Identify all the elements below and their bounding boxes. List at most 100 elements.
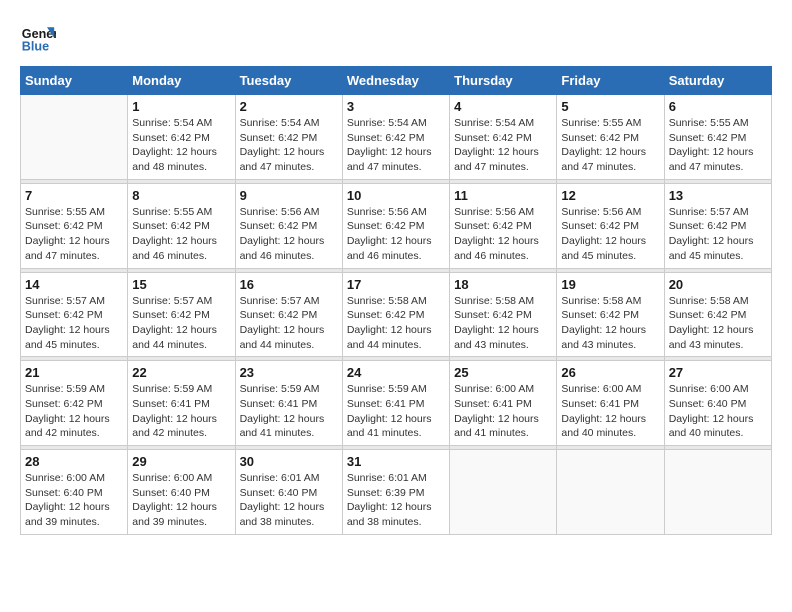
weekday-header-thursday: Thursday <box>450 67 557 95</box>
weekday-header-row: SundayMondayTuesdayWednesdayThursdayFrid… <box>21 67 772 95</box>
day-info: Sunrise: 5:56 AMSunset: 6:42 PMDaylight:… <box>240 205 338 264</box>
day-number: 9 <box>240 188 338 203</box>
calendar-cell: 8 Sunrise: 5:55 AMSunset: 6:42 PMDaylight… <box>128 183 235 268</box>
weekday-header-monday: Monday <box>128 67 235 95</box>
day-number: 31 <box>347 454 445 469</box>
calendar-cell: 20 Sunrise: 5:58 AMSunset: 6:42 PMDayligh… <box>664 272 771 357</box>
day-info: Sunrise: 5:58 AMSunset: 6:42 PMDaylight:… <box>454 294 552 353</box>
calendar-cell <box>450 450 557 535</box>
day-number: 1 <box>132 99 230 114</box>
day-info: Sunrise: 6:00 AMSunset: 6:40 PMDaylight:… <box>132 471 230 530</box>
calendar-cell <box>664 450 771 535</box>
day-number: 25 <box>454 365 552 380</box>
calendar-week-row: 14 Sunrise: 5:57 AMSunset: 6:42 PMDayligh… <box>21 272 772 357</box>
day-info: Sunrise: 5:59 AMSunset: 6:41 PMDaylight:… <box>347 382 445 441</box>
day-info: Sunrise: 5:56 AMSunset: 6:42 PMDaylight:… <box>561 205 659 264</box>
day-info: Sunrise: 6:01 AMSunset: 6:40 PMDaylight:… <box>240 471 338 530</box>
day-number: 19 <box>561 277 659 292</box>
calendar-week-row: 1 Sunrise: 5:54 AMSunset: 6:42 PMDaylight… <box>21 95 772 180</box>
day-number: 13 <box>669 188 767 203</box>
calendar-body: 1 Sunrise: 5:54 AMSunset: 6:42 PMDaylight… <box>21 95 772 535</box>
weekday-header-tuesday: Tuesday <box>235 67 342 95</box>
page-container: General Blue SundayMondayTuesdayWednesda… <box>20 20 772 535</box>
day-number: 5 <box>561 99 659 114</box>
calendar-cell: 16Sunrise: 5:57 AMSunset: 6:42 PMDayligh… <box>235 272 342 357</box>
calendar-cell: 19 Sunrise: 5:58 AMSunset: 6:42 PMDayligh… <box>557 272 664 357</box>
calendar-cell: 10 Sunrise: 5:56 AMSunset: 6:42 PMDayligh… <box>342 183 449 268</box>
day-number: 2 <box>240 99 338 114</box>
calendar-cell: 2 Sunrise: 5:54 AMSunset: 6:42 PMDaylight… <box>235 95 342 180</box>
day-info: Sunrise: 6:00 AMSunset: 6:40 PMDaylight:… <box>669 382 767 441</box>
day-number: 3 <box>347 99 445 114</box>
day-info: Sunrise: 5:58 AMSunset: 6:42 PMDaylight:… <box>669 294 767 353</box>
day-info: Sunrise: 5:56 AMSunset: 6:42 PMDaylight:… <box>454 205 552 264</box>
calendar-week-row: 7 Sunrise: 5:55 AMSunset: 6:42 PMDaylight… <box>21 183 772 268</box>
day-number: 23 <box>240 365 338 380</box>
calendar-cell: 6Sunrise: 5:55 AMSunset: 6:42 PMDaylight… <box>664 95 771 180</box>
day-number: 6 <box>669 99 767 114</box>
calendar-cell: 3Sunrise: 5:54 AMSunset: 6:42 PMDaylight… <box>342 95 449 180</box>
calendar-cell: 12 Sunrise: 5:56 AMSunset: 6:42 PMDayligh… <box>557 183 664 268</box>
weekday-header-friday: Friday <box>557 67 664 95</box>
day-number: 14 <box>25 277 123 292</box>
day-number: 18 <box>454 277 552 292</box>
day-info: Sunrise: 5:59 AMSunset: 6:41 PMDaylight:… <box>132 382 230 441</box>
day-info: Sunrise: 5:59 AMSunset: 6:41 PMDaylight:… <box>240 382 338 441</box>
day-info: Sunrise: 5:56 AMSunset: 6:42 PMDaylight:… <box>347 205 445 264</box>
day-number: 11 <box>454 188 552 203</box>
logo-icon: General Blue <box>20 20 56 56</box>
calendar-cell: 4 Sunrise: 5:54 AMSunset: 6:42 PMDaylight… <box>450 95 557 180</box>
weekday-header-saturday: Saturday <box>664 67 771 95</box>
day-info: Sunrise: 6:01 AMSunset: 6:39 PMDaylight:… <box>347 471 445 530</box>
day-number: 30 <box>240 454 338 469</box>
calendar-cell: 30 Sunrise: 6:01 AMSunset: 6:40 PMDayligh… <box>235 450 342 535</box>
calendar-cell <box>557 450 664 535</box>
calendar-cell: 25 Sunrise: 6:00 AMSunset: 6:41 PMDayligh… <box>450 361 557 446</box>
day-number: 21 <box>25 365 123 380</box>
calendar-cell: 24 Sunrise: 5:59 AMSunset: 6:41 PMDayligh… <box>342 361 449 446</box>
day-info: Sunrise: 6:00 AMSunset: 6:40 PMDaylight:… <box>25 471 123 530</box>
day-number: 17 <box>347 277 445 292</box>
day-info: Sunrise: 5:54 AMSunset: 6:42 PMDaylight:… <box>454 116 552 175</box>
day-info: Sunrise: 5:57 AMSunset: 6:42 PMDaylight:… <box>132 294 230 353</box>
day-number: 10 <box>347 188 445 203</box>
day-info: Sunrise: 5:55 AMSunset: 6:42 PMDaylight:… <box>561 116 659 175</box>
calendar-cell: 14Sunrise: 5:57 AMSunset: 6:42 PMDayligh… <box>21 272 128 357</box>
day-number: 4 <box>454 99 552 114</box>
calendar-cell: 28 Sunrise: 6:00 AMSunset: 6:40 PMDayligh… <box>21 450 128 535</box>
calendar-cell: 15 Sunrise: 5:57 AMSunset: 6:42 PMDayligh… <box>128 272 235 357</box>
calendar-header: SundayMondayTuesdayWednesdayThursdayFrid… <box>21 67 772 95</box>
day-info: Sunrise: 5:55 AMSunset: 6:42 PMDaylight:… <box>132 205 230 264</box>
day-number: 7 <box>25 188 123 203</box>
calendar-cell: 11 Sunrise: 5:56 AMSunset: 6:42 PMDayligh… <box>450 183 557 268</box>
day-number: 20 <box>669 277 767 292</box>
day-info: Sunrise: 5:54 AMSunset: 6:42 PMDaylight:… <box>240 116 338 175</box>
day-number: 24 <box>347 365 445 380</box>
day-number: 8 <box>132 188 230 203</box>
day-info: Sunrise: 5:54 AMSunset: 6:42 PMDaylight:… <box>132 116 230 175</box>
calendar-table: SundayMondayTuesdayWednesdayThursdayFrid… <box>20 66 772 535</box>
day-number: 27 <box>669 365 767 380</box>
calendar-cell <box>21 95 128 180</box>
calendar-cell: 27 Sunrise: 6:00 AMSunset: 6:40 PMDayligh… <box>664 361 771 446</box>
header: General Blue <box>20 20 772 56</box>
day-info: Sunrise: 5:57 AMSunset: 6:42 PMDaylight:… <box>669 205 767 264</box>
calendar-cell: 13 Sunrise: 5:57 AMSunset: 6:42 PMDayligh… <box>664 183 771 268</box>
day-number: 15 <box>132 277 230 292</box>
weekday-header-sunday: Sunday <box>21 67 128 95</box>
calendar-cell: 26 Sunrise: 6:00 AMSunset: 6:41 PMDayligh… <box>557 361 664 446</box>
calendar-week-row: 28 Sunrise: 6:00 AMSunset: 6:40 PMDayligh… <box>21 450 772 535</box>
day-info: Sunrise: 6:00 AMSunset: 6:41 PMDaylight:… <box>454 382 552 441</box>
calendar-cell: 23 Sunrise: 5:59 AMSunset: 6:41 PMDayligh… <box>235 361 342 446</box>
calendar-cell: 1 Sunrise: 5:54 AMSunset: 6:42 PMDaylight… <box>128 95 235 180</box>
day-number: 28 <box>25 454 123 469</box>
day-info: Sunrise: 5:58 AMSunset: 6:42 PMDaylight:… <box>561 294 659 353</box>
calendar-cell: 22Sunrise: 5:59 AMSunset: 6:41 PMDayligh… <box>128 361 235 446</box>
day-number: 12 <box>561 188 659 203</box>
day-info: Sunrise: 6:00 AMSunset: 6:41 PMDaylight:… <box>561 382 659 441</box>
day-number: 26 <box>561 365 659 380</box>
calendar-cell: 21Sunrise: 5:59 AMSunset: 6:42 PMDayligh… <box>21 361 128 446</box>
logo: General Blue <box>20 20 56 56</box>
calendar-cell: 29Sunrise: 6:00 AMSunset: 6:40 PMDayligh… <box>128 450 235 535</box>
weekday-header-wednesday: Wednesday <box>342 67 449 95</box>
